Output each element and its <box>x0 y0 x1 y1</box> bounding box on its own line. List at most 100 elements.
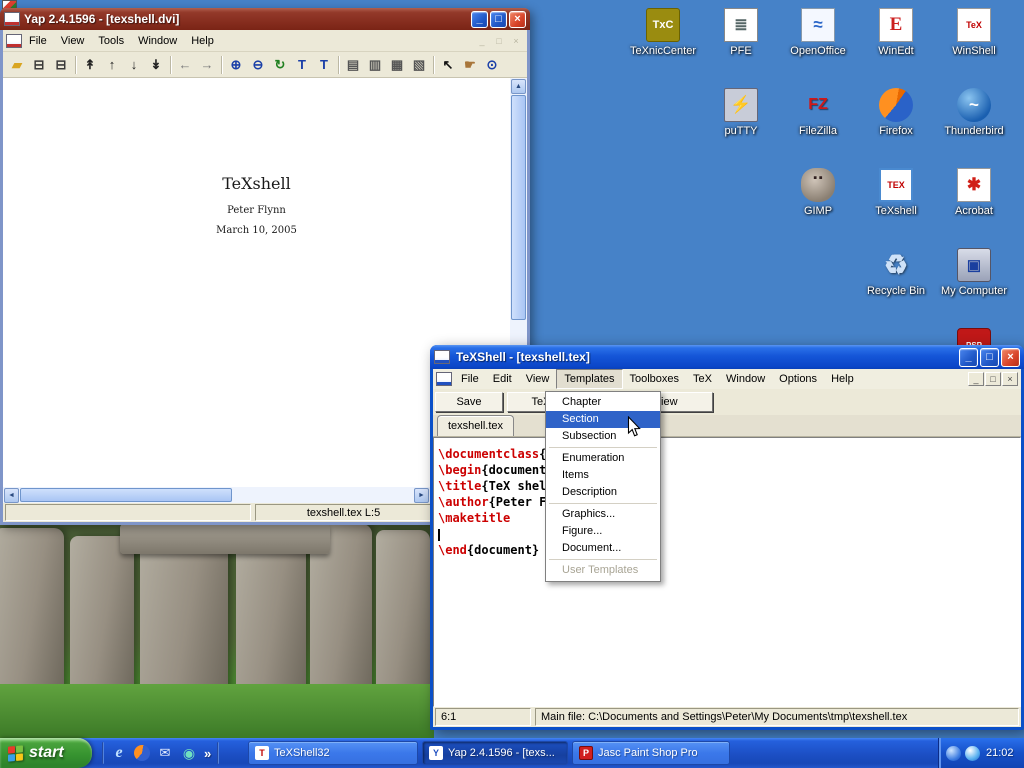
templates-menu-item-description[interactable]: Description <box>546 484 660 501</box>
font-small-button[interactable]: T <box>291 54 313 76</box>
texshell-menubar: FileEditViewTemplatesToolboxesTeXWindowO… <box>433 369 1021 389</box>
texshell-mdi-close-button[interactable]: × <box>1002 372 1018 386</box>
texshell-mdi-restore-button[interactable]: □ <box>985 372 1001 386</box>
network-icon[interactable] <box>946 746 961 761</box>
view-double-button[interactable]: ▦ <box>386 54 408 76</box>
yap-mdi-close-button: × <box>508 34 524 48</box>
texshell-menu-toolboxes[interactable]: Toolboxes <box>623 369 687 389</box>
zoom-out-button[interactable]: ⊖ <box>247 54 269 76</box>
desktop-icon-label: FileZilla <box>799 125 837 137</box>
taskbar-button-texshell[interactable]: TTeXShell32 <box>248 741 418 765</box>
view-continuous-button[interactable]: ▥ <box>364 54 386 76</box>
back-icon: ← <box>179 58 192 71</box>
desktop-icon-gimp[interactable]: ¨GIMP <box>779 168 857 217</box>
templates-menu-item-items[interactable]: Items <box>546 467 660 484</box>
templates-menu-item-enumeration[interactable]: Enumeration <box>546 450 660 467</box>
texshell-menu-help[interactable]: Help <box>824 369 861 389</box>
texshell-mdi-minimize-button[interactable]: _ <box>968 372 984 386</box>
templates-menu-item-subsection[interactable]: Subsection <box>546 428 660 445</box>
vertical-scroll-thumb[interactable] <box>511 95 526 320</box>
texshell-menu-view[interactable]: View <box>519 369 557 389</box>
acrobat-icon: ✱ <box>957 168 991 202</box>
texshell-titlebar[interactable]: TeXShell - [texshell.tex] _ □ × <box>430 345 1024 369</box>
desktop-icon-acrobat[interactable]: ✱Acrobat <box>935 168 1013 217</box>
toolbar-separator <box>75 56 76 74</box>
templates-menu-item-document[interactable]: Document... <box>546 540 660 557</box>
yap-menu-window[interactable]: Window <box>131 30 184 51</box>
desktop-icon-recyclebin[interactable]: ♻Recycle Bin <box>857 248 935 297</box>
texshell-minimize-button[interactable]: _ <box>959 348 978 367</box>
view-thumbs-button[interactable]: ▧ <box>408 54 430 76</box>
templates-menu-item-chapter[interactable]: Chapter <box>546 394 660 411</box>
hand-tool-button[interactable]: ☛ <box>459 54 481 76</box>
desktop-icon-label: Firefox <box>879 125 913 137</box>
scroll-right-icon[interactable]: ► <box>414 488 429 503</box>
texshell-icon: TEX <box>879 168 913 202</box>
wallpaper-stonehenge-photo <box>0 524 434 738</box>
main-file-path: Main file: C:\Documents and Settings\Pet… <box>535 708 1019 726</box>
taskbar-button-psp[interactable]: PJasc Paint Shop Pro <box>572 741 730 765</box>
texshell-menu-options[interactable]: Options <box>772 369 824 389</box>
texshell-menu-edit[interactable]: Edit <box>486 369 519 389</box>
texshell-menu-window[interactable]: Window <box>719 369 772 389</box>
desktop-icon-firefox[interactable]: Firefox <box>857 88 935 137</box>
messenger-icon[interactable] <box>965 746 980 761</box>
desktop-icon-winedt[interactable]: EWinEdt <box>857 8 935 57</box>
tab-texshell-tex[interactable]: texshell.tex <box>437 415 514 436</box>
save-button[interactable]: Save <box>435 392 503 412</box>
texshell-close-button[interactable]: × <box>1001 348 1020 367</box>
desktop-icon-winshell[interactable]: TeXWinShell <box>935 8 1013 57</box>
templates-menu-item-figure[interactable]: Figure... <box>546 523 660 540</box>
back-button[interactable]: ← <box>174 54 196 76</box>
view-page-button[interactable]: ▤ <box>342 54 364 76</box>
magnify-tool-button[interactable]: ⊙ <box>481 54 503 76</box>
refresh-button[interactable]: ↻ <box>269 54 291 76</box>
code-line: \title{TeX shell} <box>438 478 1020 494</box>
yap-menu-view[interactable]: View <box>54 30 92 51</box>
prev-page-button[interactable]: ↑ <box>101 54 123 76</box>
tex-command: \title <box>438 479 481 493</box>
yap-menu-file[interactable]: File <box>22 30 54 51</box>
next-page-button[interactable]: ↓ <box>123 54 145 76</box>
yap-menu-help[interactable]: Help <box>184 30 221 51</box>
desktop-icon-thunderbird[interactable]: ~Thunderbird <box>935 88 1013 137</box>
yap-window-title: Yap 2.4.1596 - [texshell.dvi] <box>24 12 467 26</box>
last-page-button[interactable]: ↡ <box>145 54 167 76</box>
desktop-icon-mycomputer[interactable]: ▣My Computer <box>935 248 1013 297</box>
texshell-menu-file[interactable]: File <box>454 369 486 389</box>
print-range-button[interactable]: ⊟ <box>50 54 72 76</box>
print-button[interactable]: ⊟ <box>28 54 50 76</box>
templates-menu-item-graphics[interactable]: Graphics... <box>546 506 660 523</box>
horizontal-scroll-thumb[interactable] <box>20 488 232 502</box>
first-page-button[interactable]: ↟ <box>79 54 101 76</box>
texshell-menu-templates[interactable]: Templates <box>556 369 622 389</box>
yap-close-button[interactable]: × <box>509 11 526 28</box>
scroll-left-icon[interactable]: ◄ <box>4 488 19 503</box>
desktop-icon-texshell[interactable]: TEXTeXshell <box>857 168 935 217</box>
taskbar-button-yap[interactable]: YYap 2.4.1596 - [texs... <box>422 741 568 765</box>
templates-menu-item-section[interactable]: Section <box>546 411 660 428</box>
view-double-icon: ▦ <box>391 58 403 71</box>
desktop-icon-putty[interactable]: ⚡puTTY <box>702 88 780 137</box>
scroll-up-icon[interactable]: ▲ <box>511 79 526 94</box>
desktop-icon-texniccenter[interactable]: TxCTeXnicCenter <box>624 8 702 57</box>
horizontal-scrollbar[interactable]: ◄ ► <box>3 487 430 503</box>
forward-button[interactable]: → <box>196 54 218 76</box>
texshell-window-title: TeXShell - [texshell.tex] <box>456 350 955 364</box>
zoom-in-button[interactable]: ⊕ <box>225 54 247 76</box>
open-button[interactable]: ▰ <box>6 54 28 76</box>
desktop-icon-openoffice[interactable]: ≈OpenOffice <box>779 8 857 57</box>
yap-menu-tools[interactable]: Tools <box>91 30 131 51</box>
desktop-icon-label: WinShell <box>952 45 995 57</box>
yap-titlebar[interactable]: Yap 2.4.1596 - [texshell.dvi] _ □ × <box>0 8 530 30</box>
yap-maximize-button[interactable]: □ <box>490 11 507 28</box>
font-large-button[interactable]: T <box>313 54 335 76</box>
desktop-icon-pfe[interactable]: ≣PFE <box>702 8 780 57</box>
yap-minimize-button[interactable]: _ <box>471 11 488 28</box>
select-tool-button[interactable]: ↖ <box>437 54 459 76</box>
texshell-menu-tex[interactable]: TeX <box>686 369 719 389</box>
desktop-icon-filezilla[interactable]: FZFileZilla <box>779 88 857 137</box>
taskbar: start e✉◉ » TTeXShell32YYap 2.4.1596 - [… <box>0 738 1024 768</box>
texshell-maximize-button[interactable]: □ <box>980 348 999 367</box>
texshell-editor[interactable]: \documentclass{\begin{document}\title{Te… <box>433 437 1021 707</box>
